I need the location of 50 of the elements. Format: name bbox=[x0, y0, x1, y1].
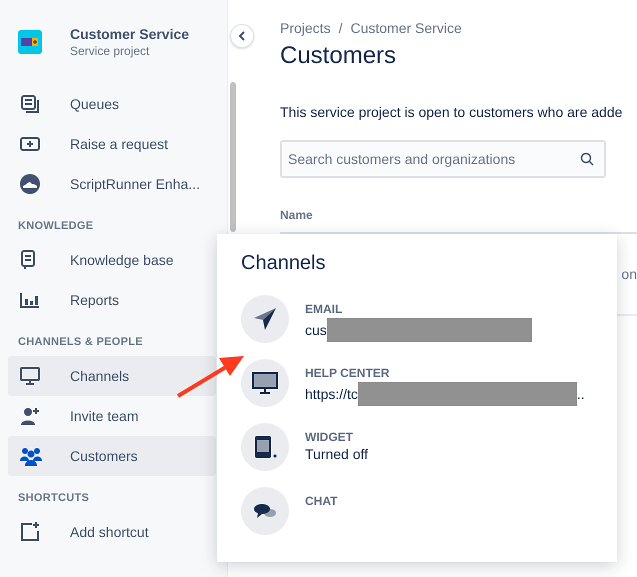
project-logo-icon bbox=[18, 30, 42, 54]
chat-bubbles-icon bbox=[253, 502, 277, 520]
sidebar-item[interactable]: Reports bbox=[8, 280, 216, 320]
bar-chart-icon bbox=[20, 292, 40, 308]
monitor-icon bbox=[252, 372, 278, 394]
description-text: This service project is open to customers who are adde bbox=[280, 104, 624, 120]
project-type: Service project bbox=[70, 44, 150, 58]
table-cell: on bbox=[621, 266, 637, 282]
channel-label: HELP CENTER bbox=[305, 366, 390, 380]
breadcrumb-separator: / bbox=[338, 20, 342, 36]
channel-label: WIDGET bbox=[305, 430, 354, 444]
channel-label: EMAIL bbox=[305, 302, 344, 316]
add-person-icon bbox=[20, 406, 40, 426]
search-icon bbox=[580, 152, 594, 166]
add-shortcut-icon bbox=[20, 522, 40, 542]
annotation-arrow bbox=[176, 354, 246, 399]
project-name: Customer Service bbox=[70, 26, 190, 42]
collapse-button[interactable] bbox=[230, 24, 254, 48]
popup-title: Channels bbox=[241, 252, 327, 275]
shoe-icon bbox=[20, 174, 40, 194]
chevron-left-icon bbox=[238, 31, 246, 41]
search-field[interactable]: Search customers and organizations bbox=[280, 140, 606, 178]
book-icon bbox=[20, 250, 36, 270]
people-icon bbox=[20, 446, 42, 466]
channel-value: Turned off bbox=[305, 446, 368, 462]
tablet-icon bbox=[253, 435, 277, 459]
section-heading: KNOWLEDGE bbox=[17, 219, 94, 234]
channel-label: CHAT bbox=[305, 494, 338, 508]
section-heading: SHORTCUTS bbox=[17, 491, 90, 506]
channel-value: https://tc bbox=[305, 386, 358, 402]
breadcrumb-link[interactable]: Customer Service bbox=[350, 20, 462, 36]
channel-value-ending: .. bbox=[576, 386, 585, 402]
channel-value: cus bbox=[305, 322, 327, 338]
paper-plane-icon bbox=[253, 307, 277, 331]
scrollbar[interactable] bbox=[230, 82, 236, 232]
sidebar-item[interactable]: Invite team bbox=[8, 396, 216, 436]
sidebar-item[interactable]: Customers bbox=[8, 436, 216, 476]
sidebar-item[interactable]: Queues bbox=[8, 84, 216, 124]
page-title: Customers bbox=[280, 42, 398, 70]
monitor-icon bbox=[20, 367, 40, 385]
add-request-icon bbox=[20, 137, 40, 151]
section-heading: CHANNELS & PEOPLE bbox=[17, 335, 144, 350]
sidebar-item[interactable]: Knowledge base bbox=[8, 240, 216, 280]
breadcrumb-link[interactable]: Projects bbox=[280, 20, 331, 36]
column-header: Name bbox=[280, 208, 313, 222]
sidebar-item[interactable]: ScriptRunner Enha... bbox=[8, 164, 216, 204]
queue-icon bbox=[20, 94, 40, 114]
sidebar-item[interactable]: Channels bbox=[8, 356, 216, 396]
sidebar-item[interactable]: Add shortcut bbox=[8, 512, 216, 552]
sidebar-item[interactable]: Raise a request bbox=[8, 124, 216, 164]
